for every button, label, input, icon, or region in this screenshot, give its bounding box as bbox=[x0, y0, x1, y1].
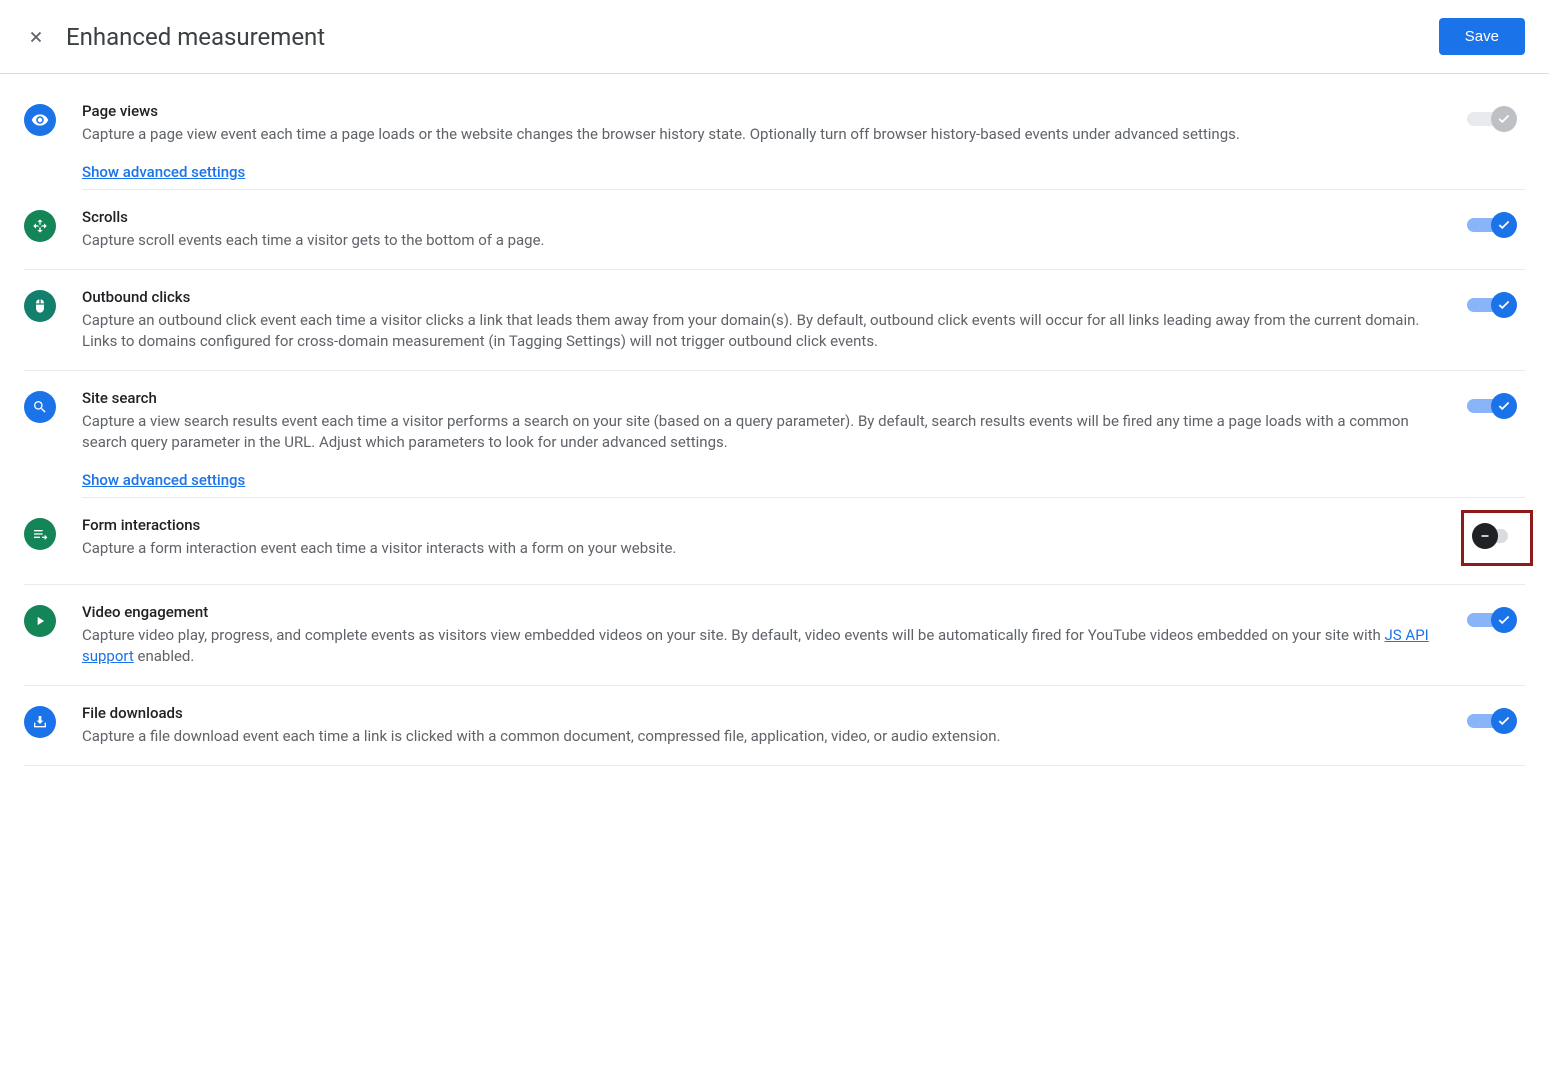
row-description: Capture a form interaction event each ti… bbox=[82, 538, 1437, 559]
toggle-outbound[interactable] bbox=[1467, 292, 1517, 318]
row-description: Capture an outbound click event each tim… bbox=[82, 310, 1443, 352]
row-description: Capture video play, progress, and comple… bbox=[82, 625, 1443, 667]
row-title: Video engagement bbox=[82, 603, 1443, 621]
highlighted-toggle bbox=[1461, 510, 1533, 566]
check-icon bbox=[1497, 112, 1511, 126]
row-outbound-clicks: Outbound clicks Capture an outbound clic… bbox=[24, 270, 1525, 371]
check-icon bbox=[1497, 298, 1511, 312]
row-title: Scrolls bbox=[82, 208, 1443, 226]
toggle-page-views bbox=[1467, 106, 1517, 132]
check-icon bbox=[1497, 613, 1511, 627]
toggle-form-interactions[interactable] bbox=[1472, 523, 1522, 549]
mouse-icon bbox=[24, 290, 56, 322]
row-page-views: Page views Capture a page view event eac… bbox=[24, 74, 1525, 189]
row-file-downloads: File downloads Capture a file download e… bbox=[24, 686, 1525, 766]
row-description: Capture a view search results event each… bbox=[82, 411, 1443, 453]
row-description: Capture a file download event each time … bbox=[82, 726, 1443, 747]
panel-title: Enhanced measurement bbox=[66, 23, 1439, 51]
search-icon bbox=[24, 391, 56, 423]
row-title: Form interactions bbox=[82, 516, 1437, 534]
row-video-engagement: Video engagement Capture video play, pro… bbox=[24, 585, 1525, 686]
close-button[interactable] bbox=[24, 25, 48, 49]
form-icon bbox=[24, 518, 56, 550]
row-site-search: Site search Capture a view search result… bbox=[24, 371, 1525, 497]
row-description: Capture scroll events each time a visito… bbox=[82, 230, 1443, 251]
close-icon bbox=[27, 28, 45, 46]
show-advanced-link[interactable]: Show advanced settings bbox=[82, 471, 245, 489]
minus-icon bbox=[1479, 530, 1491, 542]
check-icon bbox=[1497, 399, 1511, 413]
check-icon bbox=[1497, 714, 1511, 728]
panel-header: Enhanced measurement Save bbox=[0, 0, 1549, 74]
row-form-interactions: Form interactions Capture a form interac… bbox=[24, 498, 1525, 585]
row-description: Capture a page view event each time a pa… bbox=[82, 124, 1443, 145]
row-title: Outbound clicks bbox=[82, 288, 1443, 306]
row-title: Page views bbox=[82, 102, 1443, 120]
row-title: Site search bbox=[82, 389, 1443, 407]
check-icon bbox=[1497, 218, 1511, 232]
row-title: File downloads bbox=[82, 704, 1443, 722]
scroll-icon bbox=[24, 210, 56, 242]
toggle-downloads[interactable] bbox=[1467, 708, 1517, 734]
eye-icon bbox=[24, 104, 56, 136]
download-icon bbox=[24, 706, 56, 738]
save-button[interactable]: Save bbox=[1439, 18, 1525, 55]
show-advanced-link[interactable]: Show advanced settings bbox=[82, 163, 245, 181]
settings-list: Page views Capture a page view event eac… bbox=[0, 74, 1549, 766]
toggle-video[interactable] bbox=[1467, 607, 1517, 633]
row-scrolls: Scrolls Capture scroll events each time … bbox=[24, 190, 1525, 270]
toggle-site-search[interactable] bbox=[1467, 393, 1517, 419]
toggle-scrolls[interactable] bbox=[1467, 212, 1517, 238]
play-icon bbox=[24, 605, 56, 637]
